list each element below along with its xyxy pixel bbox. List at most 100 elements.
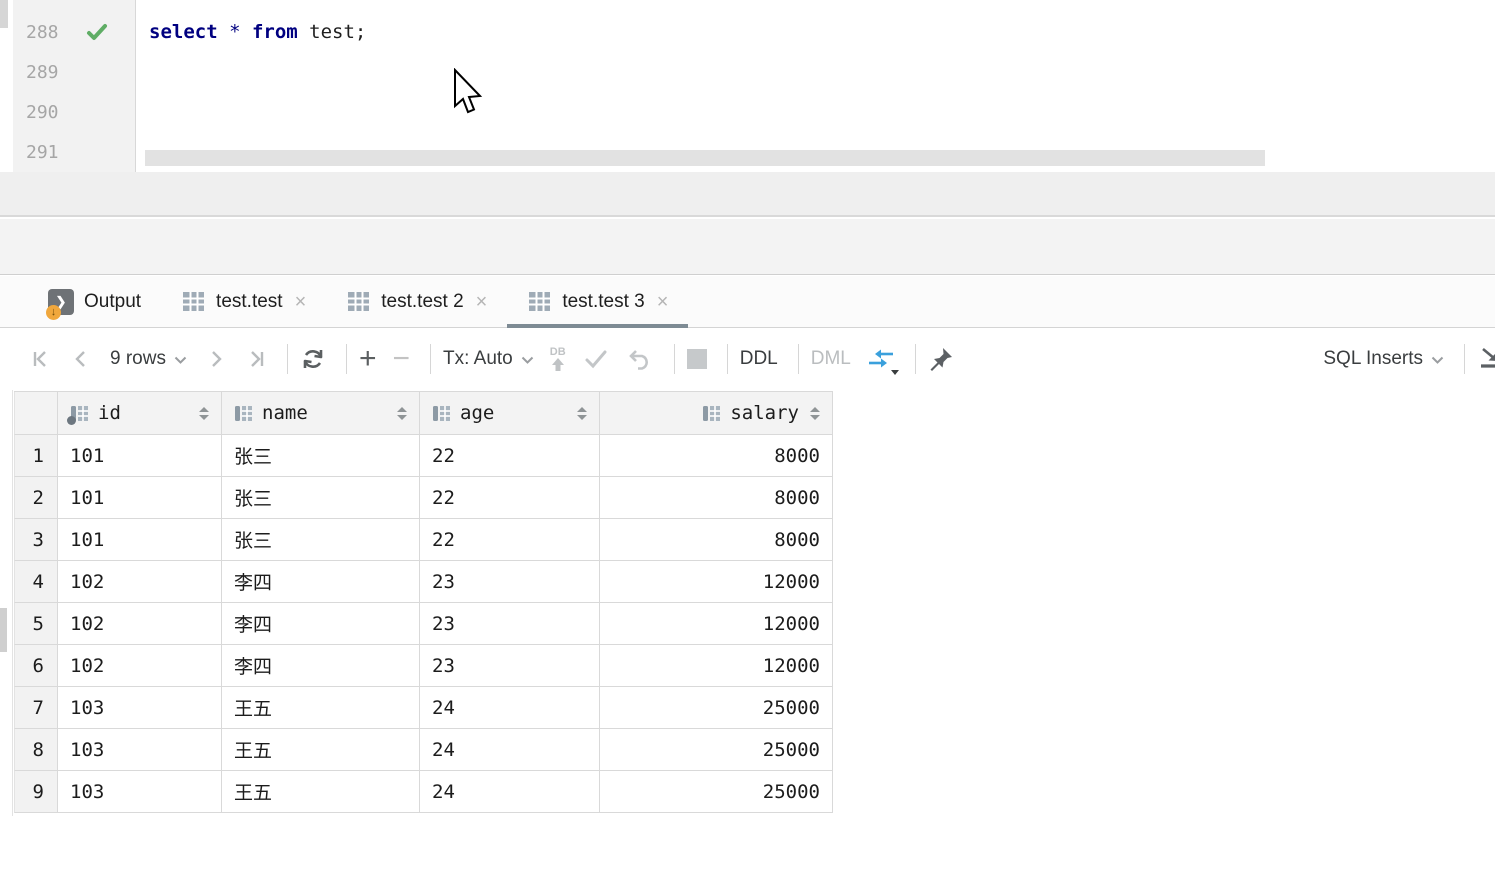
sort-toggle-icon[interactable]: [199, 407, 209, 420]
last-page-button[interactable]: [243, 347, 267, 371]
line-number: 291: [26, 142, 78, 163]
cell-name[interactable]: 王五: [222, 687, 420, 729]
sort-toggle-icon[interactable]: [397, 407, 407, 420]
editor-horizontal-scrollbar[interactable]: [145, 150, 1265, 166]
column-header-id[interactable]: id: [58, 392, 222, 435]
sql-keyword-select: select: [149, 21, 229, 43]
row-number[interactable]: 6: [14, 645, 58, 687]
export-data-button[interactable]: [1477, 346, 1495, 372]
cell-salary[interactable]: 8000: [600, 519, 833, 561]
cell-age[interactable]: 22: [420, 435, 600, 477]
tab-label: test.test 2: [381, 291, 463, 313]
close-icon[interactable]: ×: [476, 292, 488, 312]
sort-toggle-icon[interactable]: [577, 407, 587, 420]
cell-age[interactable]: 24: [420, 687, 600, 729]
cell-age[interactable]: 24: [420, 771, 600, 813]
key-dot-icon: [67, 416, 76, 425]
toolbar-separator: [430, 344, 431, 374]
cell-id[interactable]: 102: [58, 645, 222, 687]
cell-age[interactable]: 23: [420, 561, 600, 603]
cell-salary[interactable]: 12000: [600, 645, 833, 687]
column-header-age[interactable]: age: [420, 392, 600, 435]
left-scrollbar-thumb-top[interactable]: [0, 0, 8, 28]
submit-to-database-button[interactable]: DB: [550, 347, 566, 371]
cell-id[interactable]: 101: [58, 435, 222, 477]
cell-name[interactable]: 王五: [222, 771, 420, 813]
cell-age[interactable]: 23: [420, 645, 600, 687]
cell-name[interactable]: 李四: [222, 645, 420, 687]
cell-name[interactable]: 张三: [222, 477, 420, 519]
grid-corner-cell[interactable]: [14, 392, 58, 435]
toolbar-separator: [915, 344, 916, 374]
export-format-dropdown[interactable]: SQL Inserts: [1323, 348, 1444, 370]
sql-keyword-from: from: [252, 21, 309, 43]
row-number[interactable]: 3: [14, 519, 58, 561]
cell-salary[interactable]: 25000: [600, 771, 833, 813]
pin-tab-button[interactable]: [928, 346, 954, 372]
cell-id[interactable]: 103: [58, 771, 222, 813]
sql-statement[interactable]: select * from test;: [136, 12, 366, 52]
cell-age[interactable]: 22: [420, 519, 600, 561]
column-icon: [432, 404, 451, 423]
sort-toggle-icon[interactable]: [810, 407, 820, 420]
row-number[interactable]: 1: [14, 435, 58, 477]
cell-name[interactable]: 李四: [222, 561, 420, 603]
cell-id[interactable]: 101: [58, 477, 222, 519]
row-number[interactable]: 4: [14, 561, 58, 603]
row-number[interactable]: 7: [14, 687, 58, 729]
cell-name[interactable]: 张三: [222, 435, 420, 477]
grid-toolbar: 9 rows + − Tx: Auto: [0, 328, 1495, 390]
cell-name[interactable]: 李四: [222, 603, 420, 645]
transaction-mode-dropdown[interactable]: Tx: Auto: [443, 348, 534, 370]
close-icon[interactable]: ×: [295, 292, 307, 312]
ddl-button[interactable]: DDL: [740, 348, 778, 370]
cell-name[interactable]: 王五: [222, 729, 420, 771]
dml-button[interactable]: DML: [811, 348, 851, 370]
row-number[interactable]: 2: [14, 477, 58, 519]
tab-output[interactable]: ❯ ↓ Output: [28, 276, 161, 327]
rows-count-dropdown[interactable]: 9 rows: [110, 348, 187, 370]
commit-button[interactable]: [582, 347, 610, 371]
first-page-button[interactable]: [30, 347, 54, 371]
sql-editor[interactable]: 288 289 290 291 select * from test;: [0, 0, 1495, 172]
chevron-down-icon: [174, 356, 187, 365]
column-header-name[interactable]: name: [222, 392, 420, 435]
add-row-button[interactable]: +: [359, 344, 377, 374]
cell-name[interactable]: 张三: [222, 519, 420, 561]
cell-id[interactable]: 102: [58, 603, 222, 645]
row-number[interactable]: 8: [14, 729, 58, 771]
cell-age[interactable]: 22: [420, 477, 600, 519]
tab-test-test-2[interactable]: test.test 2 ×: [326, 276, 507, 327]
cell-id[interactable]: 103: [58, 687, 222, 729]
compare-data-button[interactable]: [867, 347, 895, 371]
stop-button[interactable]: [687, 349, 707, 369]
cell-salary[interactable]: 25000: [600, 687, 833, 729]
row-number[interactable]: 9: [14, 771, 58, 813]
close-icon[interactable]: ×: [657, 292, 669, 312]
results-tab-bar: ❯ ↓ Output test.test × test.test 2 ×: [0, 276, 1495, 328]
next-page-button[interactable]: [203, 347, 227, 371]
cell-id[interactable]: 103: [58, 729, 222, 771]
cell-id[interactable]: 101: [58, 519, 222, 561]
cell-salary[interactable]: 8000: [600, 477, 833, 519]
delete-row-button[interactable]: −: [393, 344, 411, 374]
left-scrollbar-thumb[interactable]: [0, 608, 7, 652]
column-icon: [70, 404, 89, 423]
cell-salary[interactable]: 8000: [600, 435, 833, 477]
column-header-salary[interactable]: salary: [600, 392, 833, 435]
previous-page-button[interactable]: [70, 347, 94, 371]
tab-test-test[interactable]: test.test ×: [161, 276, 326, 327]
reload-data-button[interactable]: [300, 346, 326, 372]
tab-test-test-3[interactable]: test.test 3 ×: [507, 276, 688, 327]
cell-salary[interactable]: 12000: [600, 603, 833, 645]
cell-salary[interactable]: 12000: [600, 561, 833, 603]
row-number[interactable]: 5: [14, 603, 58, 645]
cell-age[interactable]: 24: [420, 729, 600, 771]
cell-id[interactable]: 102: [58, 561, 222, 603]
cell-age[interactable]: 23: [420, 603, 600, 645]
rollback-button[interactable]: [626, 347, 654, 371]
sql-asterisk: *: [229, 21, 252, 43]
table-row: 9 103 王五 24 25000: [14, 771, 833, 813]
table-icon: [346, 289, 371, 314]
cell-salary[interactable]: 25000: [600, 729, 833, 771]
